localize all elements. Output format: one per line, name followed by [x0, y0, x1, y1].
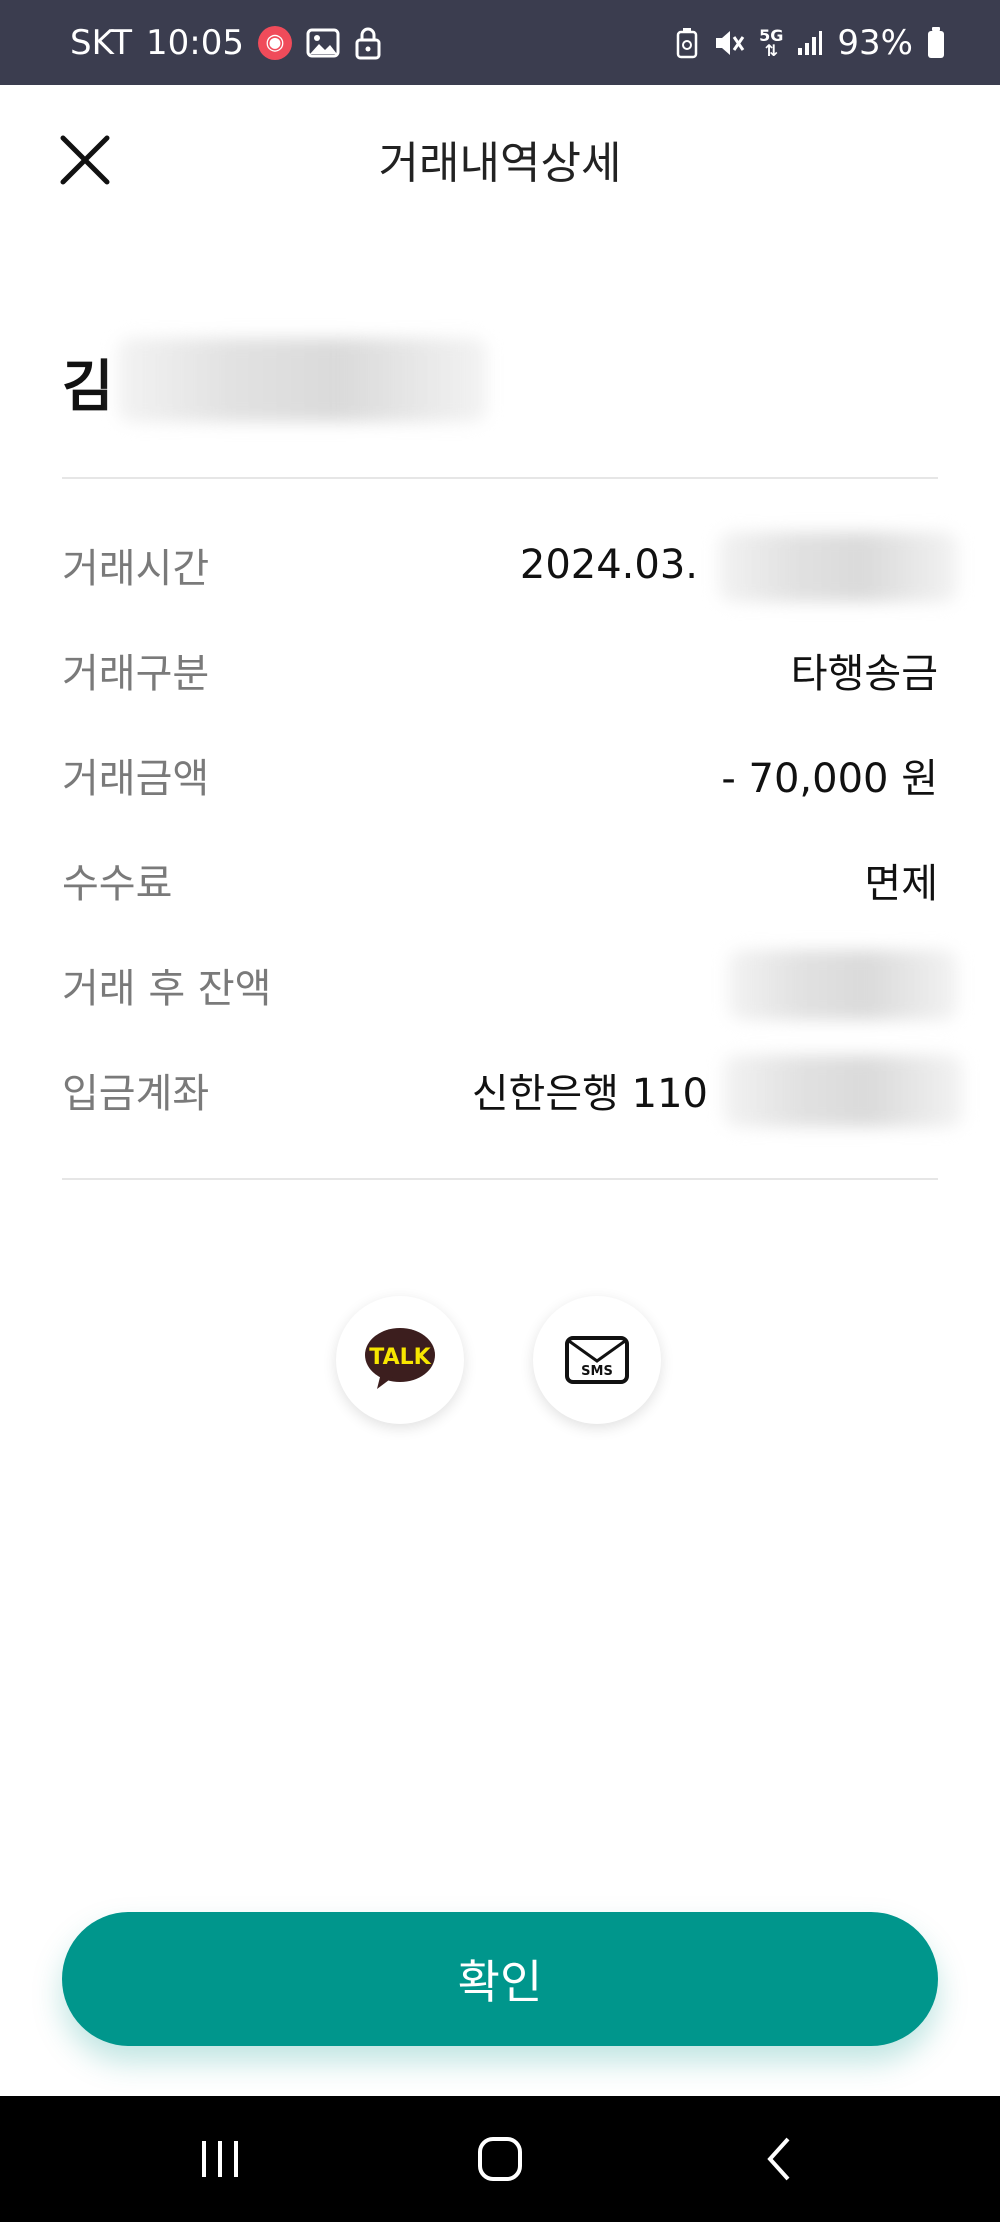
lock-icon	[354, 26, 382, 60]
time-redaction	[718, 532, 958, 602]
carrier-label: SKT	[70, 22, 133, 63]
screen-record-icon: ◉	[258, 25, 292, 60]
recent-apps-button[interactable]	[180, 2124, 260, 2194]
detail-value-text: 2024.03.	[519, 542, 698, 588]
sms-label: SMS	[581, 1364, 613, 1379]
network-type-icon: 5G ⇅	[759, 27, 783, 60]
detail-label: 거래금액	[62, 756, 210, 802]
navigation-bar	[0, 2096, 1000, 2222]
status-bar: SKT 10:05 ◉ 5G ⇅ 93%	[0, 0, 1000, 85]
back-icon	[767, 2137, 790, 2181]
detail-label: 입금계좌	[62, 1071, 210, 1117]
balance-redaction	[728, 950, 958, 1020]
page-title: 거래내역상세	[378, 138, 622, 189]
sms-share-button[interactable]: SMS	[533, 1296, 661, 1424]
confirm-label: 확인	[457, 1955, 543, 2009]
detail-row-time: 거래시간 2024.03.	[62, 530, 958, 602]
detail-value-text: 신한은행 110	[471, 1071, 708, 1117]
gallery-icon	[306, 28, 340, 58]
divider-bottom	[62, 1178, 938, 1180]
detail-value: 타행송금	[790, 651, 938, 697]
status-right: 5G ⇅ 93%	[675, 23, 945, 63]
detail-row-amount: 거래금액 - 70,000 원	[62, 740, 938, 810]
detail-label: 거래시간	[62, 546, 210, 592]
talk-bubble-icon: TALK	[365, 1328, 435, 1389]
recipient-name: 김	[62, 355, 114, 420]
status-left: SKT 10:05 ◉	[70, 23, 382, 63]
back-button[interactable]	[740, 2124, 820, 2194]
data-arrows-icon: ⇅	[764, 40, 778, 60]
account-redaction	[723, 1055, 963, 1127]
recipient-block: 김	[62, 330, 492, 430]
detail-label: 거래구분	[62, 651, 210, 697]
battery-percent: 93%	[837, 22, 913, 63]
detail-row-account: 입금계좌 신한은행 110	[62, 1055, 963, 1127]
clock: 10:05	[146, 22, 244, 63]
detail-label: 거래 후 잔액	[62, 966, 272, 1012]
sms-envelope-icon: SMS	[565, 1336, 629, 1384]
detail-row-type: 거래구분 타행송금	[62, 635, 938, 705]
signal-icon	[797, 30, 823, 56]
recent-apps-icon	[202, 2141, 238, 2177]
home-button[interactable]	[460, 2124, 540, 2194]
battery-saver-icon	[675, 27, 699, 59]
detail-row-fee: 수수료 면제	[62, 845, 938, 915]
recipient-name-redaction	[117, 338, 487, 422]
detail-row-balance: 거래 후 잔액	[62, 950, 958, 1020]
confirm-button[interactable]: 확인	[62, 1912, 938, 2046]
talk-label: TALK	[369, 1345, 431, 1370]
home-icon	[478, 2137, 522, 2181]
mute-icon	[713, 28, 745, 58]
detail-label: 수수료	[62, 861, 173, 907]
detail-value: 면제	[864, 861, 938, 907]
battery-icon	[927, 26, 945, 59]
divider-top	[62, 477, 938, 479]
kakaotalk-share-button[interactable]: TALK	[336, 1296, 464, 1424]
detail-value: - 70,000 원	[721, 756, 938, 802]
page-header: 거래내역상세	[0, 85, 1000, 230]
